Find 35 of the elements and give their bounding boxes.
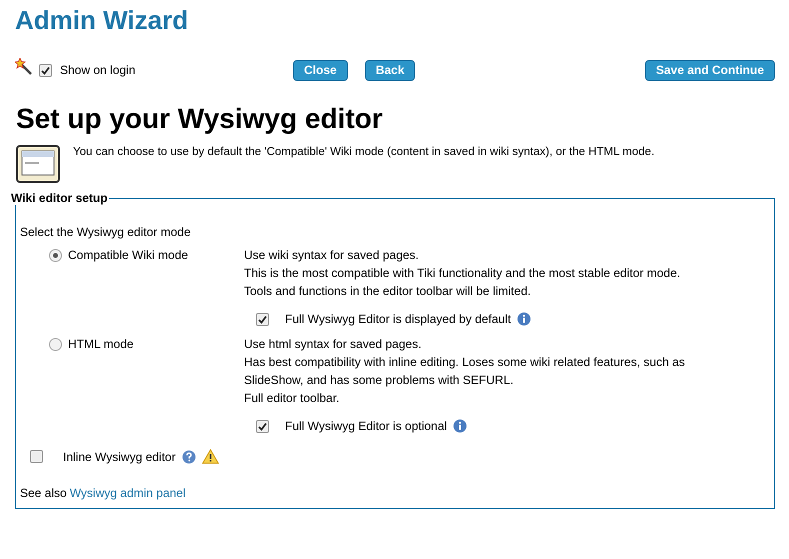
toolbar-button[interactable]: Back <box>364 60 416 80</box>
show-on-login-checkbox[interactable] <box>39 64 52 76</box>
description-text: This is the most compatible with Tiki functionality and the most stable editor mode. <box>244 265 680 282</box>
fieldset-legend: Wiki editor setup <box>10 191 109 205</box>
description-text: Use html syntax for saved pages. <box>244 336 422 353</box>
save-continue-button[interactable]: Save and Continue <box>644 60 775 80</box>
checkbox-label: Full Wysiwyg Editor is displayed by default <box>285 311 511 328</box>
page-title: Admin Wizard <box>15 5 188 35</box>
magic-wand-icon <box>15 58 33 76</box>
description-text: Has best compatibility with inline editing. Loses some wiki related features, such as <box>244 354 685 371</box>
warning-icon <box>202 449 219 464</box>
option-checkbox[interactable] <box>256 420 269 432</box>
description-text: Use wiki syntax for saved pages. <box>244 247 420 264</box>
description-text: Full editor toolbar. <box>244 390 340 407</box>
see-also-text: See also <box>20 486 67 500</box>
checkbox-label: Full Wysiwyg Editor is optional <box>285 418 447 435</box>
mode-radio[interactable] <box>49 338 62 350</box>
info-icon[interactable] <box>516 312 531 326</box>
inline-checkbox[interactable] <box>30 450 43 463</box>
toolbar-button[interactable]: Close <box>293 60 348 80</box>
checkbox-label: Inline Wysiwyg editor <box>63 450 176 464</box>
description-text: Tools and functions in the editor toolbar will be limited. <box>244 283 532 300</box>
help-icon[interactable] <box>182 450 196 464</box>
info-icon[interactable] <box>452 419 467 433</box>
checkbox-label: Show on login <box>60 63 136 77</box>
mode-radio[interactable] <box>49 248 62 262</box>
section-heading: Set up your Wysiwyg editor <box>16 103 383 135</box>
description-text: SlideShow, and has some problems with SEFURL. <box>244 372 514 389</box>
option-checkbox[interactable] <box>256 312 269 326</box>
intro-text: You can choose to use by default the 'Compatible' Wiki mode (content in saved in wiki syntax), or the HTML mode. <box>73 146 654 158</box>
admin-panel-link[interactable]: Wysiwyg admin panel <box>70 486 186 500</box>
editor-window-icon <box>15 143 61 185</box>
prompt-text: Select the Wysiwyg editor mode <box>20 225 192 239</box>
radio-label: Compatible Wiki mode <box>68 248 188 262</box>
radio-label: HTML mode <box>68 337 134 351</box>
